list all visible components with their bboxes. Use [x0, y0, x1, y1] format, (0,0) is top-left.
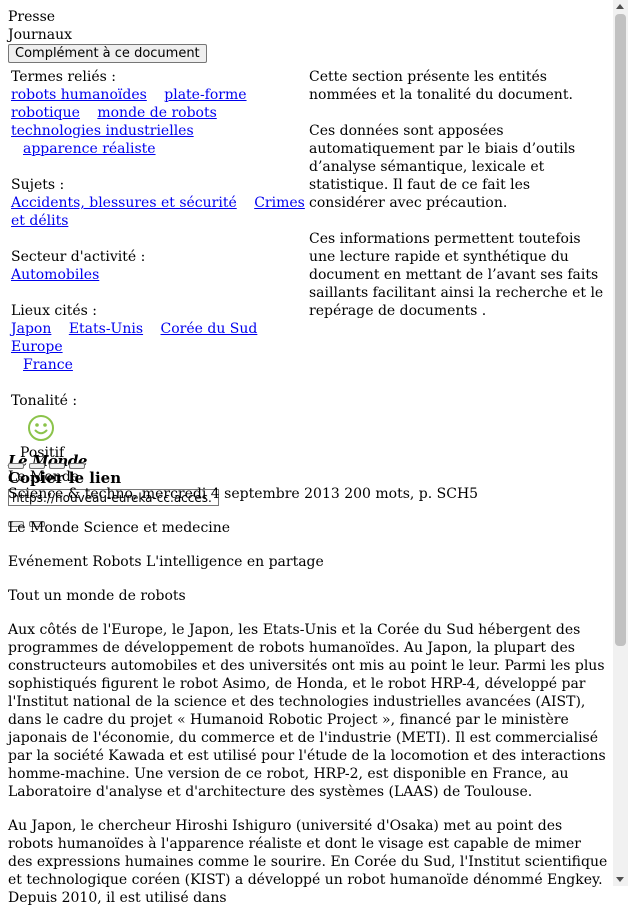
article: Le Monde Science et medecine Evénement R…	[8, 519, 608, 923]
scroll-up-icon[interactable]	[616, 4, 624, 9]
complement-button[interactable]: Complément à ce document	[8, 44, 207, 63]
complement-panel: Termes reliés : robots humanoïdes plate-…	[8, 65, 606, 462]
info-text: Ces informations permettent toutefois un…	[309, 231, 604, 319]
document-meta: Science & techno, mercredi 4 septembre 2…	[8, 486, 479, 502]
sector-link[interactable]: Automobiles	[11, 267, 99, 283]
places: Lieux cités : Japon Etats-Unis Corée du …	[11, 302, 306, 374]
subject-link[interactable]: Accidents, blessures et sécurité	[11, 195, 237, 211]
sector-label: Secteur d'activité :	[11, 249, 146, 265]
term-link[interactable]: technologies industrielles	[11, 123, 194, 139]
scroll-down-icon[interactable]	[616, 877, 624, 882]
place-link[interactable]: Europe	[11, 339, 63, 355]
info-text: Ces données sont apposées automatiquemen…	[309, 123, 576, 211]
smiley-icon	[28, 415, 54, 441]
article-title: Tout un monde de robots	[8, 588, 186, 604]
article-paragraph: Aux côtés de l'Europe, le Japon, les Eta…	[8, 622, 606, 800]
place-link[interactable]: France	[23, 357, 73, 373]
breadcrumb-presse[interactable]: Presse	[8, 8, 606, 26]
subjects-label: Sujets :	[11, 177, 65, 193]
places-label: Lieux cités :	[11, 303, 98, 319]
scrollbar-thumb[interactable]	[615, 14, 626, 646]
place-link[interactable]: Japon	[11, 321, 51, 337]
info-column: Cette section présente les entités nommé…	[306, 65, 606, 462]
subjects: Sujets : Accidents, blessures et sécurit…	[11, 176, 306, 230]
place-link[interactable]: Etats-Unis	[69, 321, 143, 337]
related-terms-label: Termes reliés :	[11, 69, 116, 85]
main-content: Presse Journaux Complément à ce document…	[8, 8, 606, 462]
sector: Secteur d'activité : Automobiles	[11, 248, 306, 284]
term-link[interactable]: robots humanoïdes	[11, 87, 147, 103]
breadcrumb-journaux[interactable]: Journaux	[8, 26, 606, 44]
term-link[interactable]: apparence réaliste	[23, 141, 156, 157]
entities-column: Termes reliés : robots humanoïdes plate-…	[8, 65, 306, 462]
info-text: Cette section présente les entités nommé…	[309, 69, 573, 103]
term-link[interactable]: monde de robots	[97, 105, 216, 121]
section-name: Evénement Robots L'intelligence en parta…	[8, 554, 324, 570]
place-link[interactable]: Corée du Sud	[161, 321, 258, 337]
article-paragraph: Au Japon, le chercheur Hiroshi Ishiguro …	[8, 818, 608, 906]
supplement-name: Le Monde Science et medecine	[8, 520, 231, 536]
tonality-label: Tonalité :	[11, 393, 78, 409]
vertical-scrollbar[interactable]	[613, 0, 628, 886]
related-terms: Termes reliés : robots humanoïdes plate-…	[11, 68, 306, 158]
